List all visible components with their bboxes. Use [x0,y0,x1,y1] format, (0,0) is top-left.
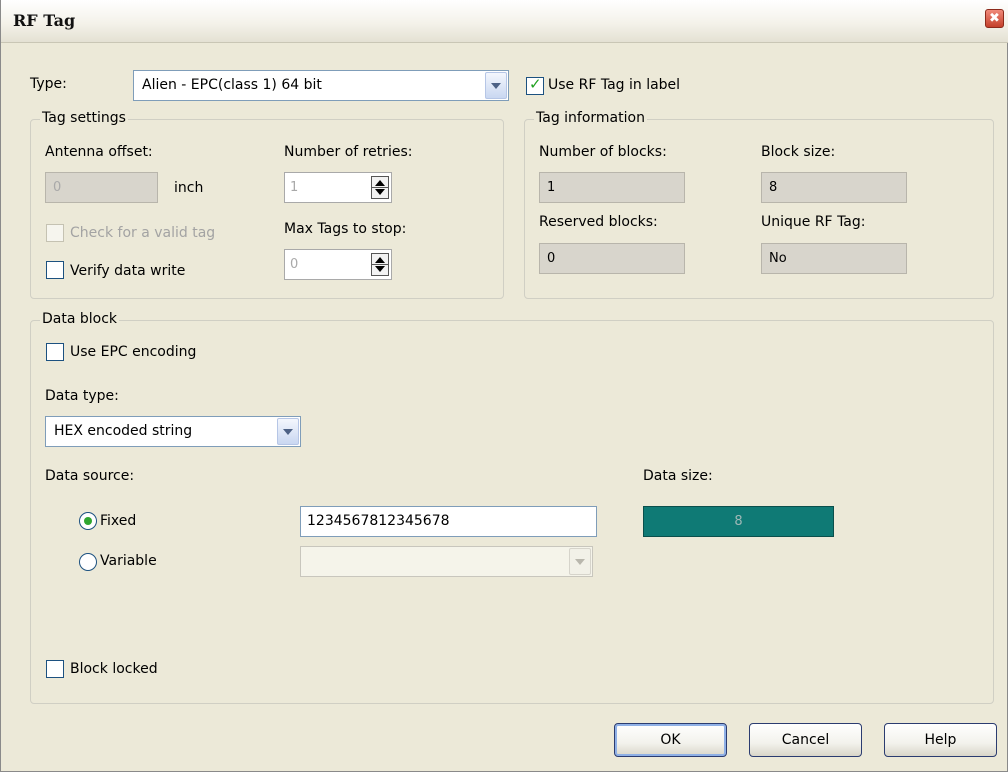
unique-field: No [761,243,907,274]
retries-spinner[interactable]: 1 [284,172,392,203]
checkmark-icon: ✓ [529,75,542,93]
use-epc-encoding-label: Use EPC encoding [70,344,197,360]
use-rf-tag-checkbox[interactable]: ✓ [526,75,544,95]
antenna-unit-label: inch [174,180,204,196]
variable-label: Variable [100,553,157,569]
block-locked-checkbox[interactable] [46,660,64,678]
max-tags-value: 0 [290,257,299,272]
fixed-radio[interactable] [79,512,97,530]
antenna-offset-label: Antenna offset: [45,144,153,160]
fixed-value-input[interactable]: 1234567812345678 [300,506,597,537]
type-label: Type: [30,76,67,92]
use-rf-tag-label: Use RF Tag in label [548,77,681,93]
help-button[interactable]: Help [884,723,997,757]
data-type-select[interactable]: HEX encoded string [45,416,301,447]
data-size-field: 8 [643,506,834,537]
max-tags-label: Max Tags to stop: [284,221,407,237]
check-valid-tag-label: Check for a valid tag [70,225,216,241]
data-type-value: HEX encoded string [54,423,193,439]
spin-arrows-icon[interactable] [371,253,389,276]
variable-select[interactable] [300,546,593,577]
data-size-label: Data size: [643,468,713,484]
radio-selected-icon [84,517,92,525]
tag-information-title: Tag information [534,110,647,126]
verify-data-write-checkbox[interactable] [46,261,64,279]
type-select[interactable]: Alien - EPC(class 1) 64 bit [133,70,509,101]
max-tags-spinner[interactable]: 0 [284,249,392,280]
blocks-label: Number of blocks: [539,144,667,160]
unique-label: Unique RF Tag: [761,214,866,230]
spin-arrows-icon[interactable] [371,176,389,199]
data-source-label: Data source: [45,468,135,484]
type-select-value: Alien - EPC(class 1) 64 bit [142,77,322,93]
use-epc-encoding-checkbox[interactable] [46,343,64,361]
rf-tag-dialog: RF Tag ✖ Type: Alien - EPC(class 1) 64 b… [0,0,1008,772]
block-size-label: Block size: [761,144,836,160]
blocks-field: 1 [539,172,685,203]
cancel-button[interactable]: Cancel [749,723,862,757]
fixed-label: Fixed [100,513,137,529]
ok-button[interactable]: OK [614,723,727,757]
variable-radio[interactable] [79,553,97,571]
data-block-title: Data block [40,311,120,327]
antenna-offset-input[interactable]: 0 [45,172,158,203]
chevron-down-icon[interactable] [569,548,591,575]
retries-value: 1 [290,180,299,195]
title-bar[interactable]: RF Tag ✖ [1,0,1008,43]
reserved-label: Reserved blocks: [539,214,658,230]
check-valid-tag-checkbox[interactable] [46,224,64,242]
verify-data-write-label: Verify data write [70,263,186,279]
retries-label: Number of retries: [284,144,413,160]
data-type-label: Data type: [45,388,119,404]
tag-settings-title: Tag settings [40,110,128,126]
block-size-field: 8 [761,172,907,203]
window-title: RF Tag [13,11,76,30]
reserved-field: 0 [539,243,685,274]
block-locked-label: Block locked [70,661,158,677]
close-icon[interactable]: ✖ [985,9,1004,28]
chevron-down-icon[interactable] [277,418,299,445]
chevron-down-icon[interactable] [485,72,507,99]
